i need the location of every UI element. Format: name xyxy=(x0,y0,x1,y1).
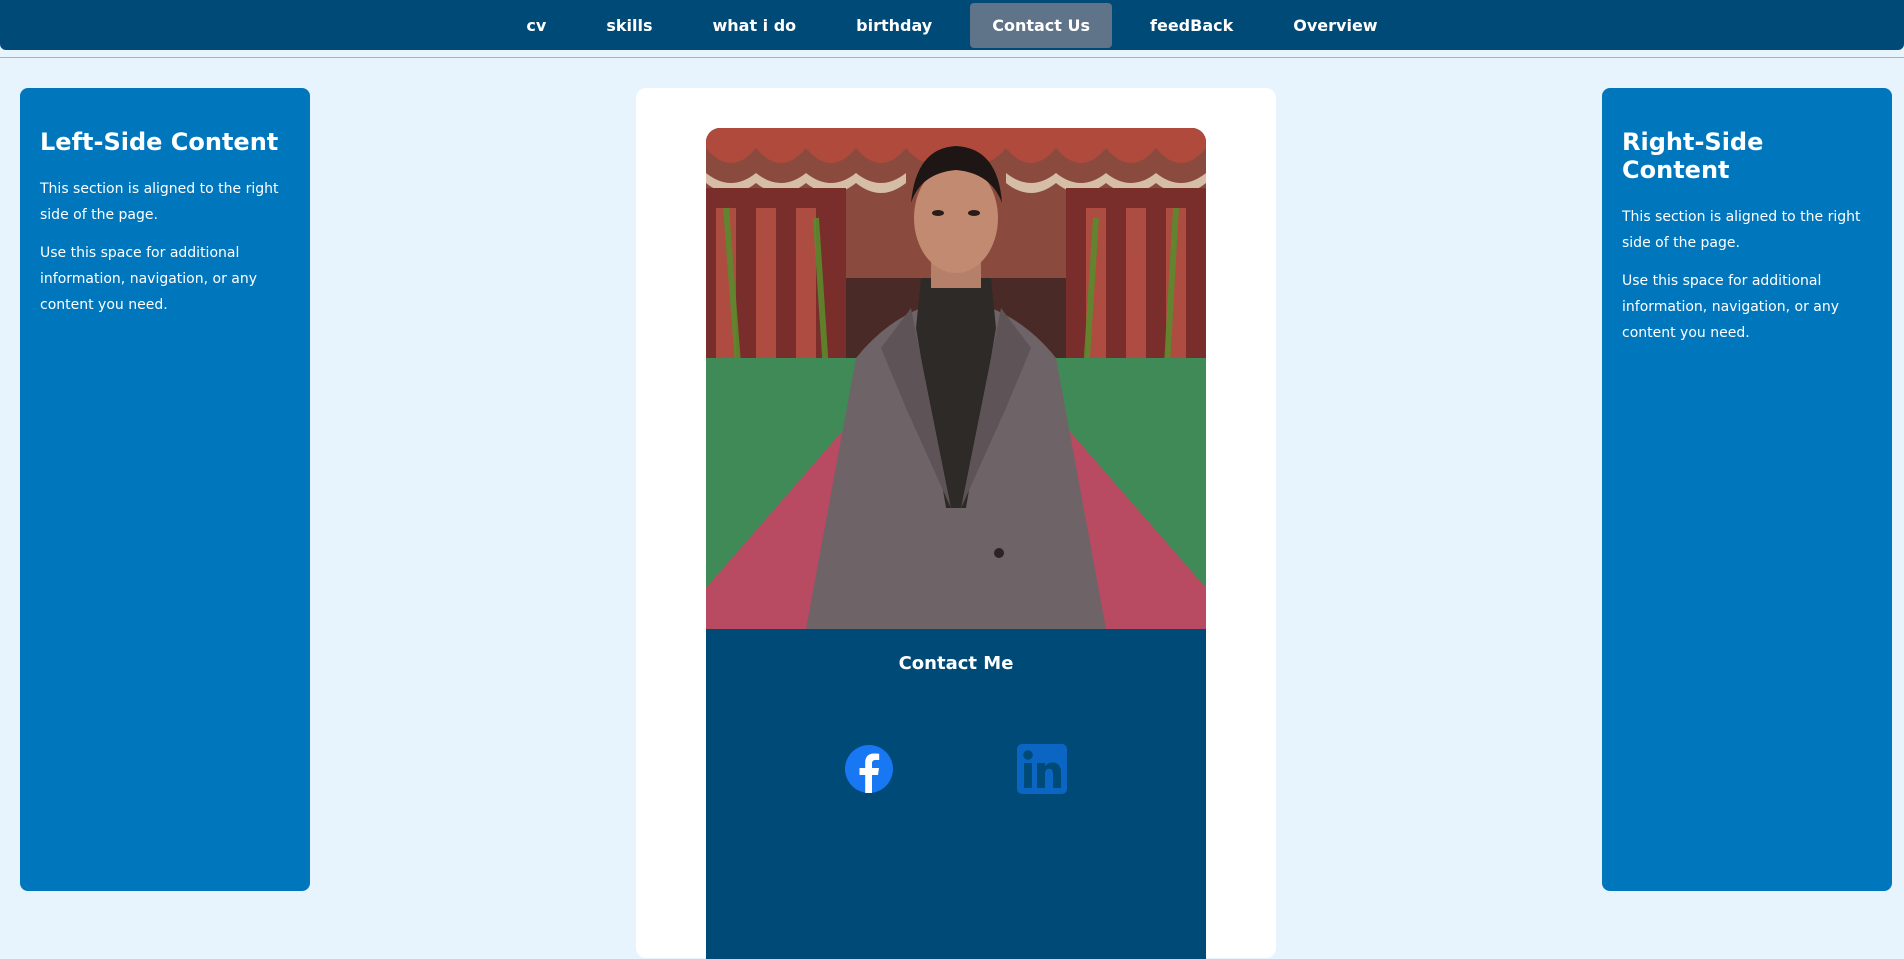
left-panel-title: Left-Side Content xyxy=(40,128,279,156)
nav-menu: cv skills what i do birthday Contact Us … xyxy=(0,3,1904,48)
left-side-panel: Left-Side Content This section is aligne… xyxy=(20,88,310,891)
contact-panel: Contact Me xyxy=(706,629,1206,959)
nav-divider xyxy=(0,57,1904,58)
nav-item-overview[interactable]: Overview xyxy=(1271,3,1399,48)
right-panel-title: Right-Side Content xyxy=(1622,128,1764,184)
nav-item-skills[interactable]: skills xyxy=(584,3,674,48)
nav-item-cv[interactable]: cv xyxy=(504,3,568,48)
contact-title: Contact Me xyxy=(898,653,1014,674)
left-panel-text-2: Use this space for additional informatio… xyxy=(40,245,258,313)
nav-item-what-i-do[interactable]: what i do xyxy=(690,3,818,48)
nav-item-birthday[interactable]: birthday xyxy=(834,3,954,48)
left-panel-text-1: This section is aligned to the right sid… xyxy=(40,181,279,223)
top-navigation-bar: cv skills what i do birthday Contact Us … xyxy=(0,0,1904,50)
linkedin-icon[interactable] xyxy=(1017,744,1067,794)
right-side-panel: Right-Side Content This section is align… xyxy=(1602,88,1892,891)
facebook-icon[interactable] xyxy=(845,745,893,793)
profile-photo xyxy=(706,128,1206,629)
right-panel-text-1: This section is aligned to the right sid… xyxy=(1622,209,1861,251)
nav-item-contact-us[interactable]: Contact Us xyxy=(970,3,1113,48)
nav-item-feedback[interactable]: feedBack xyxy=(1128,3,1255,48)
right-panel-text-2: Use this space for additional informatio… xyxy=(1622,273,1840,341)
